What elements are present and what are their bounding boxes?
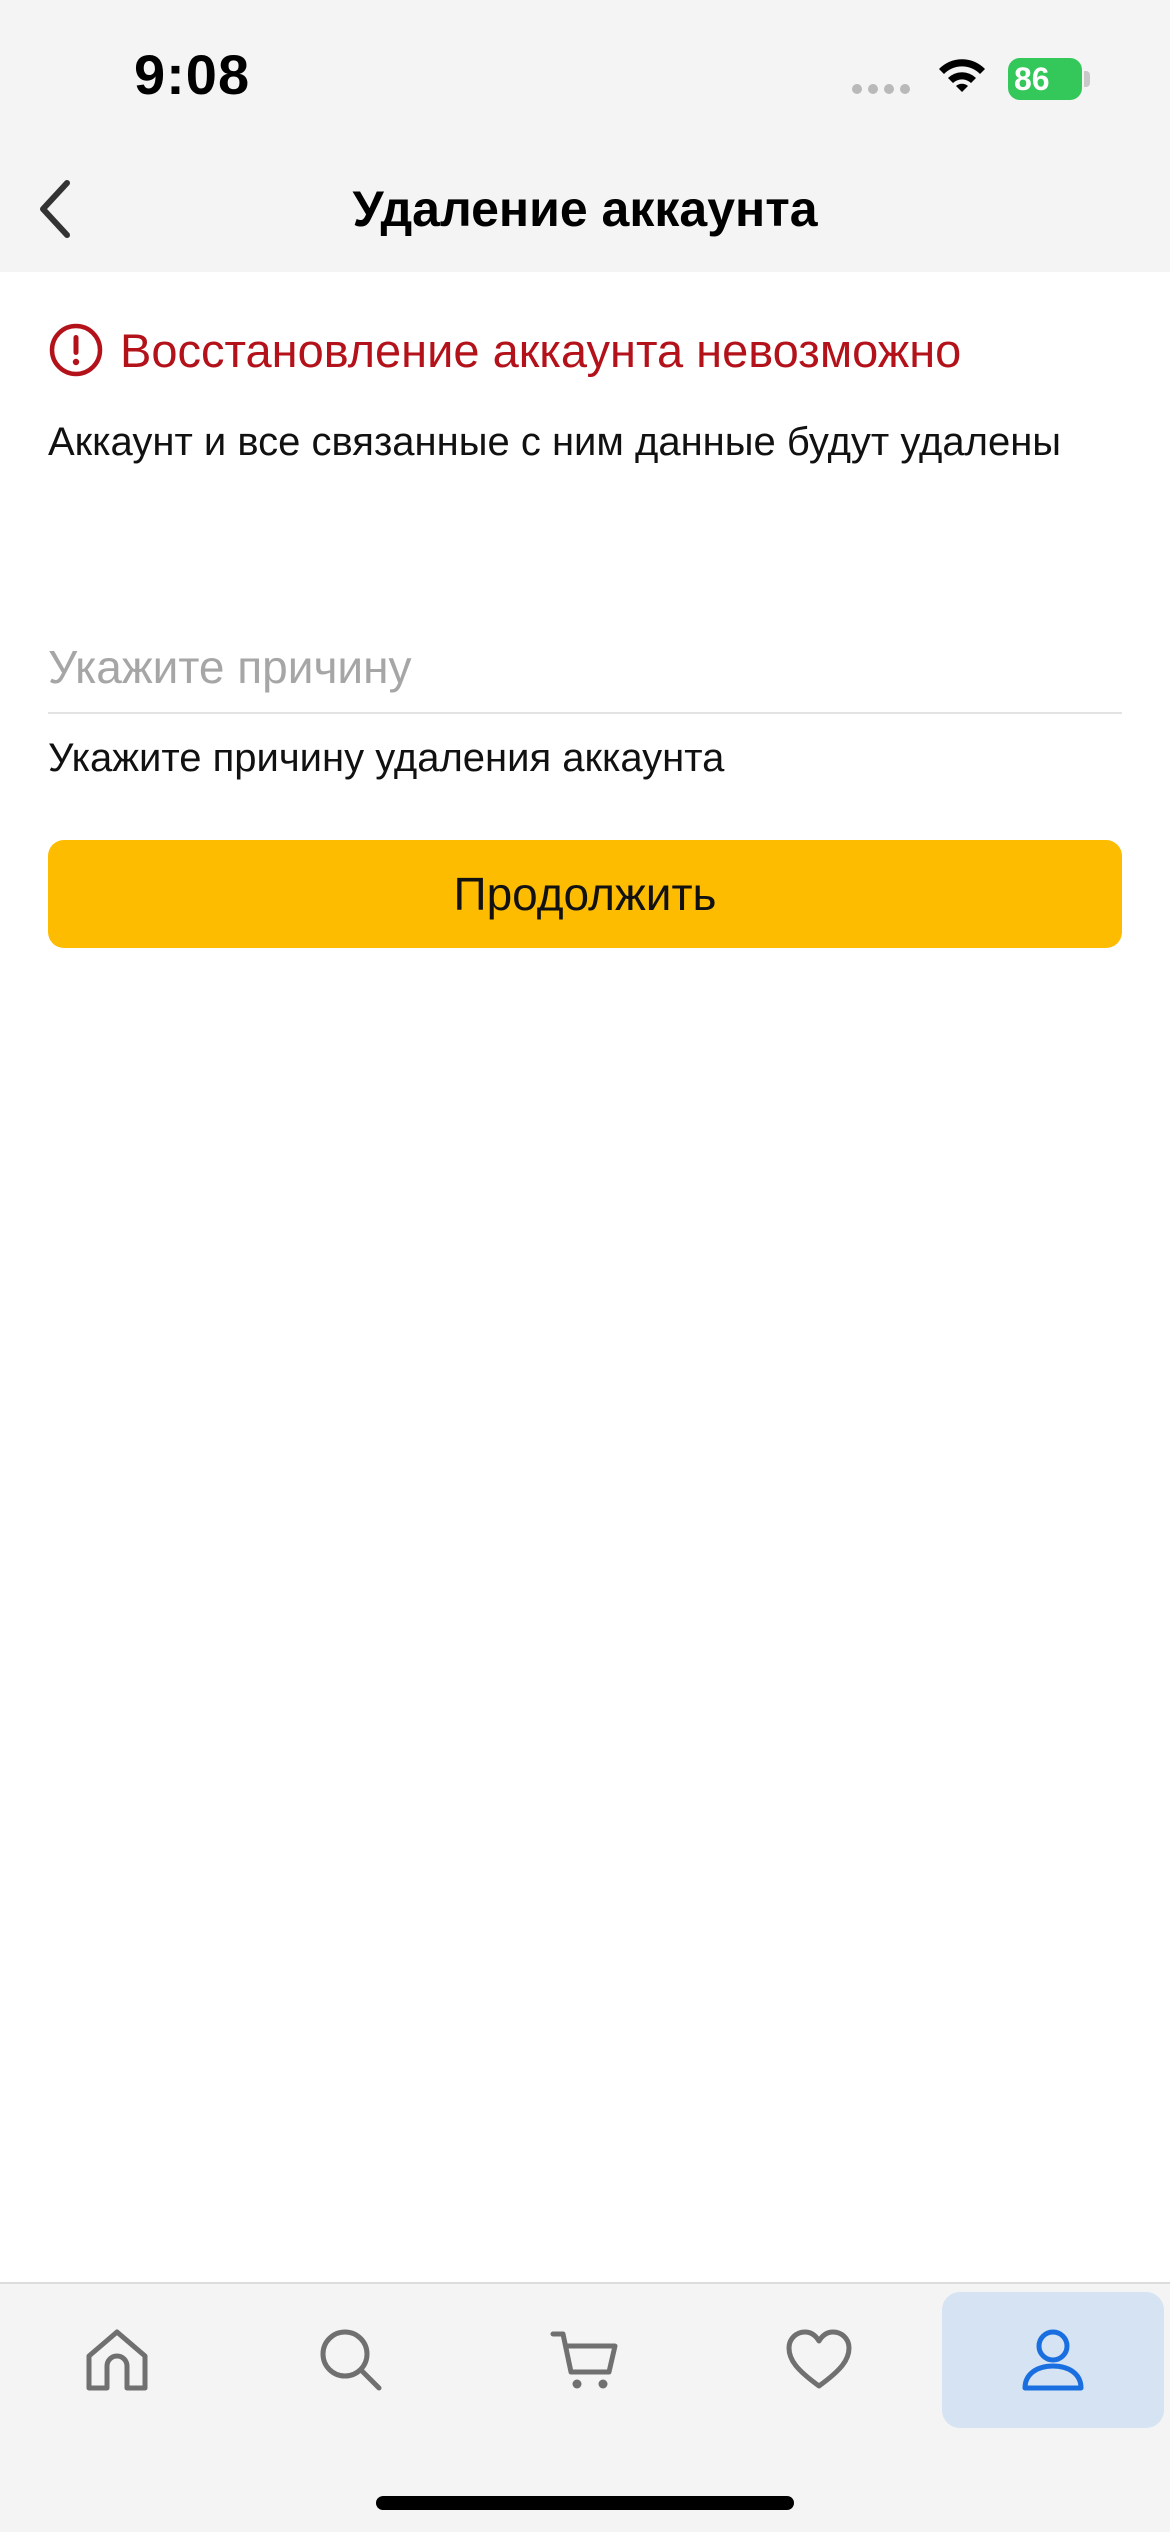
battery-level: 86 — [1008, 58, 1082, 100]
wifi-icon — [939, 59, 985, 92]
nav-bar: Удаление аккаунта — [0, 150, 1170, 272]
tab-cart[interactable] — [474, 2292, 696, 2428]
status-time: 9:08 — [134, 43, 251, 106]
warning-title: Восстановление аккаунта невозможно — [120, 323, 962, 377]
signal-icon — [852, 84, 910, 94]
continue-button[interactable]: Продолжить — [48, 840, 1122, 948]
warning-text: Аккаунт и все связанные с ним данные буд… — [48, 420, 1062, 464]
status-bar: 9:08 86 — [0, 0, 1170, 150]
warning-header: Восстановление аккаунта невозможно — [48, 322, 961, 378]
tab-bar — [0, 2282, 1170, 2532]
tab-favorites[interactable] — [708, 2292, 930, 2428]
tab-home[interactable] — [6, 2292, 228, 2428]
tab-search[interactable] — [240, 2292, 462, 2428]
search-icon — [320, 2329, 382, 2391]
reason-helper-text: Укажите причину удаления аккаунта — [48, 736, 725, 780]
battery-cap — [1084, 71, 1090, 87]
home-icon — [86, 2329, 148, 2391]
home-indicator — [376, 2496, 794, 2510]
reason-input[interactable] — [48, 622, 1122, 714]
cart-icon — [550, 2331, 618, 2389]
page-title: Удаление аккаунта — [352, 181, 818, 237]
tab-profile[interactable] — [942, 2292, 1164, 2428]
battery-charging-icon: 86 — [1008, 58, 1090, 100]
user-icon — [1022, 2329, 1084, 2391]
heart-icon — [786, 2329, 852, 2389]
alert-circle-icon — [49, 323, 103, 377]
